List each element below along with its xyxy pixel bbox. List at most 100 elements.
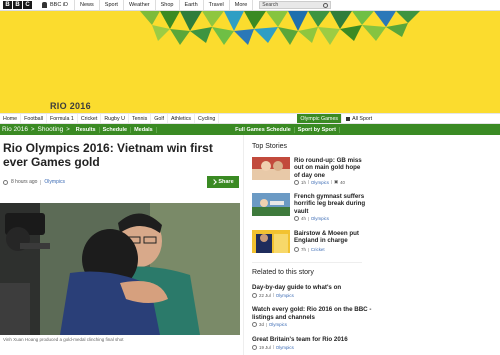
top-story-item[interactable]: Rio round-up: GB miss out on main gold h…: [252, 157, 367, 187]
sport-nav-golf[interactable]: Golf: [151, 114, 168, 123]
banner-title: RIO 2016: [50, 101, 91, 111]
clock-icon: [294, 179, 299, 185]
story-meta: 1h Olympics ▣ 40: [294, 179, 345, 185]
story-title[interactable]: French gymnast suffers horrific leg brea…: [294, 193, 366, 215]
top-stories-heading: Top Stories: [252, 143, 288, 150]
story-thumbnail-illustration: [252, 157, 290, 180]
story-comment-count: 40: [340, 179, 345, 185]
related-heading: Related to this story: [252, 269, 314, 276]
sport-nav-cycling[interactable]: Cycling: [195, 114, 220, 123]
banner-mosaic: [140, 11, 420, 45]
top-story-item[interactable]: French gymnast suffers horrific leg brea…: [252, 193, 367, 223]
clock-icon: [294, 247, 299, 252]
related-date: 19 Jul: [259, 344, 271, 350]
bbc-logo-letter: B: [13, 1, 22, 9]
global-nav-earth[interactable]: Earth: [180, 0, 204, 11]
global-nav: News Sport Weather Shop Earth Travel Mor…: [75, 0, 254, 11]
meta-divider: [40, 179, 42, 185]
top-story-item[interactable]: Bairstow & Moeen put England in charge 7…: [252, 230, 367, 260]
story-thumbnail[interactable]: [252, 157, 290, 180]
full-games-schedule-link[interactable]: Full Games Schedule: [232, 126, 295, 133]
article-meta: 8 hours ago Olympics: [3, 179, 65, 185]
menu-icon: [346, 116, 351, 121]
sport-nav-cricket[interactable]: Cricket: [78, 114, 102, 123]
share-button[interactable]: Share: [207, 176, 239, 188]
related-title[interactable]: Day-by-day guide to what's on: [252, 284, 372, 292]
clock-icon: [252, 292, 257, 298]
global-nav-more[interactable]: More: [230, 0, 254, 11]
sport-nav-tennis[interactable]: Tennis: [129, 114, 152, 123]
story-title[interactable]: Rio round-up: GB miss out on main gold h…: [294, 157, 366, 179]
meta-divider: [307, 216, 309, 221]
bbc-logo-letter: B: [3, 1, 12, 9]
related-item[interactable]: Day-by-day guide to what's on 22 Jul Oly…: [252, 284, 372, 298]
section-subtitle[interactable]: Shooting: [38, 126, 64, 133]
global-nav-shop[interactable]: Shop: [156, 0, 180, 11]
search-icon[interactable]: [323, 2, 329, 8]
global-nav-news[interactable]: News: [75, 0, 100, 11]
sport-nav-olympic-games[interactable]: Olympic Games: [297, 114, 343, 123]
sport-nav-athletics[interactable]: Athletics: [168, 114, 195, 123]
related-item[interactable]: Watch every gold: Rio 2016 on the BBC - …: [252, 306, 372, 327]
section-nav: Rio 2016 > Shooting > Results Schedule M…: [0, 124, 500, 135]
related-title[interactable]: Watch every gold: Rio 2016 on the BBC - …: [252, 306, 372, 321]
story-thumbnail[interactable]: [252, 230, 290, 253]
related-date: 3d: [259, 322, 264, 327]
article-headline: Rio Olympics 2016: Vietnam win first eve…: [3, 141, 213, 169]
clock-icon: [252, 344, 257, 350]
breadcrumb-separator: >: [31, 126, 35, 133]
column-divider: [243, 135, 244, 355]
story-title[interactable]: Bairstow & Moeen put England in charge: [294, 230, 366, 245]
story-thumbnail-illustration: [252, 230, 290, 253]
all-sport-button[interactable]: All Sport: [342, 114, 376, 123]
signin-label: BBC iD: [50, 2, 69, 8]
search-input[interactable]: Search: [259, 1, 332, 9]
related-category-link[interactable]: Olympics: [276, 293, 294, 298]
section-link-schedule[interactable]: Schedule: [100, 126, 132, 133]
signin-link[interactable]: BBC iD: [42, 0, 76, 11]
meta-divider: [272, 345, 274, 349]
bbc-logo[interactable]: B B C: [3, 1, 32, 9]
user-icon: [42, 2, 47, 8]
sport-by-sport-link[interactable]: Sport by Sport: [295, 126, 340, 133]
global-nav-weather[interactable]: Weather: [124, 0, 156, 11]
sport-nav: Home Football Formula 1 Cricket Rugby U …: [0, 113, 500, 124]
related-item[interactable]: Great Britain's team for Rio 2016 19 Jul…: [252, 336, 372, 350]
related-category-link[interactable]: Olympics: [276, 345, 294, 350]
sidebar-divider: [252, 262, 362, 263]
global-nav-travel[interactable]: Travel: [204, 0, 230, 11]
story-category-link[interactable]: Olympics: [311, 216, 329, 221]
related-category-link[interactable]: Olympics: [269, 322, 287, 327]
article-time: 8 hours ago: [11, 179, 38, 185]
all-sport-label: All Sport: [352, 115, 373, 122]
article-category-link[interactable]: Olympics: [44, 179, 65, 185]
section-link-results[interactable]: Results: [73, 126, 100, 133]
share-icon: [211, 179, 218, 185]
clock-icon: [3, 179, 8, 185]
search-placeholder: Search: [262, 2, 279, 8]
story-time: 7h: [301, 247, 306, 252]
global-nav-sport[interactable]: Sport: [100, 0, 124, 11]
story-thumbnail-illustration: [252, 193, 290, 216]
related-meta: 3d Olympics: [252, 322, 372, 327]
related-title[interactable]: Great Britain's team for Rio 2016: [252, 336, 372, 344]
rio-banner: RIO 2016: [0, 11, 500, 113]
sport-nav-football[interactable]: Football: [21, 114, 47, 123]
sport-nav-home[interactable]: Home: [0, 114, 22, 123]
clock-icon: [252, 322, 257, 327]
section-title[interactable]: Rio 2016: [2, 126, 28, 133]
story-time: 4h: [301, 216, 306, 221]
hero-caption: Vinh Xuan Hoang produced a gold-medal cl…: [3, 337, 124, 342]
story-thumbnail[interactable]: [252, 193, 290, 216]
sport-nav-formula1[interactable]: Formula 1: [47, 114, 78, 123]
related-meta: 19 Jul Olympics: [252, 344, 372, 350]
story-category-link[interactable]: Olympics: [311, 180, 329, 185]
hero-photo-illustration: [0, 203, 240, 335]
story-category-link[interactable]: Cricket: [311, 247, 325, 252]
related-date: 22 Jul: [259, 292, 271, 298]
sport-nav-rugby-union[interactable]: Rugby U: [101, 114, 129, 123]
meta-divider: [272, 293, 274, 297]
meta-divider: [307, 180, 309, 184]
section-link-medals[interactable]: Medals: [131, 126, 157, 133]
breadcrumb-separator: >: [66, 126, 70, 133]
